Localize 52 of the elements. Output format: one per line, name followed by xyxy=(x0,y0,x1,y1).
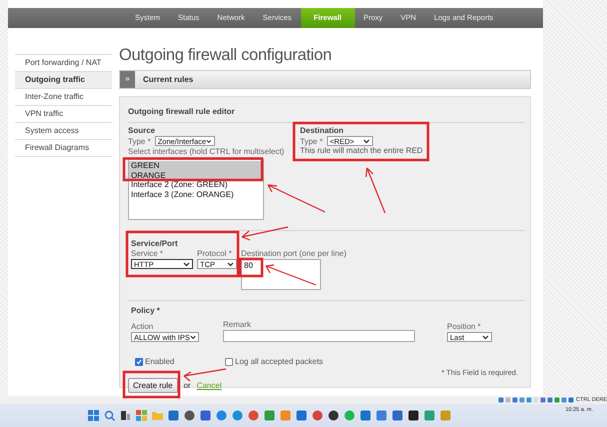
app-icon[interactable] xyxy=(184,410,195,421)
section-heading: Destination xyxy=(300,126,345,135)
windows-icon[interactable] xyxy=(88,410,99,421)
section-heading: Policy * xyxy=(131,306,161,315)
sidebar-item[interactable]: Firewall Diagrams xyxy=(15,140,112,157)
section-heading: Service/Port xyxy=(131,239,179,248)
section-header[interactable]: » Current rules xyxy=(119,70,531,89)
list-option[interactable]: Interface 2 (Zone: GREEN) xyxy=(129,180,263,190)
arrow xyxy=(265,264,316,286)
remark-field[interactable] xyxy=(223,330,415,342)
field-label: Type * xyxy=(300,136,323,146)
arrow xyxy=(183,368,226,382)
field-label: Action xyxy=(131,322,154,331)
sidebar-item[interactable]: Outgoing traffic xyxy=(15,72,112,89)
chevron-icon xyxy=(206,138,212,144)
section-heading: Source xyxy=(128,126,156,135)
field-label: Destination port (one per line) xyxy=(241,249,346,258)
interface-listbox[interactable]: GREEN ORANGE Interface 2 (Zone: GREEN) Interface 3 (Zone: ORANGE) xyxy=(128,159,264,220)
arrow xyxy=(365,167,386,214)
app-icon[interactable] xyxy=(328,410,339,421)
checkbox[interactable] xyxy=(135,358,143,366)
chevron-icon xyxy=(227,262,234,266)
field-label: Protocol * xyxy=(197,249,233,258)
chevron-icon xyxy=(183,262,190,266)
checkbox-label: Enabled xyxy=(145,357,174,366)
chevron-icon xyxy=(190,334,196,340)
hint-text: Select interfaces (hold CTRL for multiselect) xyxy=(128,147,286,156)
or-text: or xyxy=(184,381,191,390)
sidebar-item[interactable]: System access xyxy=(15,123,112,140)
search-icon[interactable] xyxy=(104,410,115,421)
sidebar-item[interactable]: VPN traffic xyxy=(15,106,112,123)
list-option[interactable]: Interface 3 (Zone: ORANGE) xyxy=(129,190,263,199)
editor-title: Outgoing firewall rule editor xyxy=(128,107,236,116)
highlight-box xyxy=(122,370,180,398)
port-field[interactable]: 80 xyxy=(241,259,321,290)
note-text: This rule will match the entire RED xyxy=(300,146,423,155)
arrow xyxy=(241,226,288,241)
create-rule-button[interactable]: Create rule xyxy=(128,378,178,393)
field-label: Service * xyxy=(131,249,164,258)
list-option[interactable]: GREEN xyxy=(129,161,263,170)
field-label: Position * xyxy=(447,322,482,331)
field-label: Type * xyxy=(128,136,151,146)
sidebar-item[interactable]: Inter-Zone traffic xyxy=(15,89,112,106)
checkbox[interactable] xyxy=(225,358,233,366)
page-title: Outgoing firewall configuration xyxy=(119,45,333,66)
checkbox-label: Log all accepted packets xyxy=(235,357,324,366)
chevron-icon xyxy=(482,334,489,340)
app-icon[interactable] xyxy=(408,410,419,421)
task-view-icon[interactable] xyxy=(120,410,131,421)
field-label: Remark xyxy=(223,320,252,329)
chevron-icon xyxy=(362,138,370,144)
arrow xyxy=(267,184,326,213)
